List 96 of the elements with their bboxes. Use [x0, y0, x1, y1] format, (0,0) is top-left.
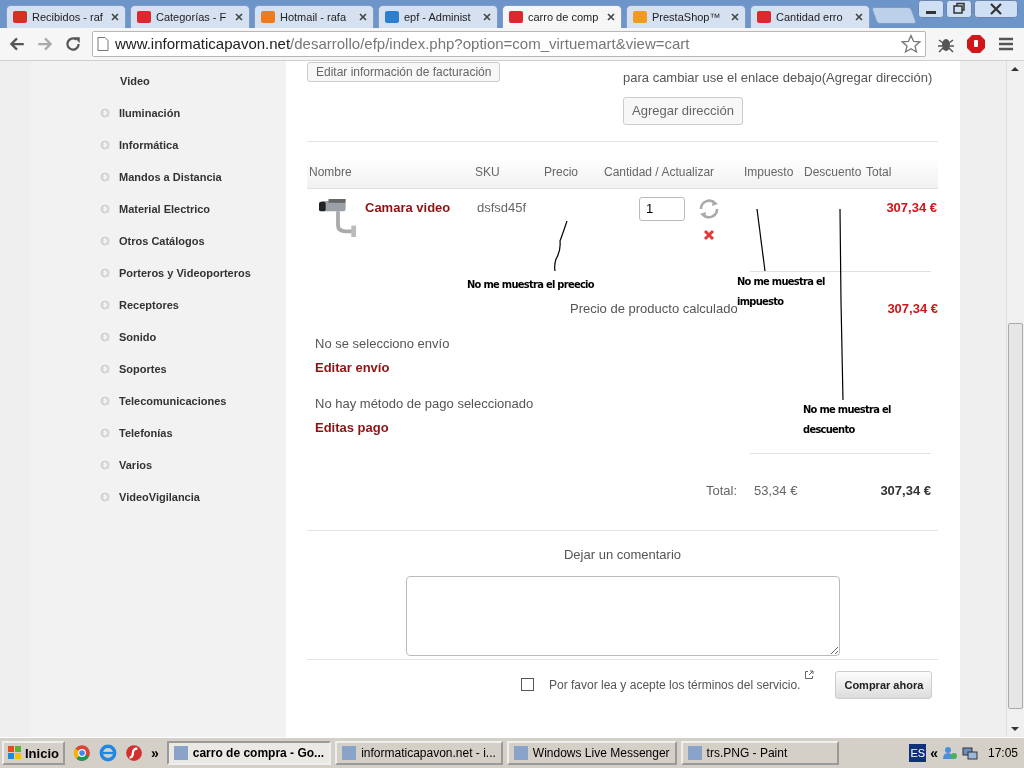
language-indicator[interactable]: ES	[909, 744, 927, 762]
close-icon[interactable]	[974, 0, 1018, 18]
taskbar-button[interactable]: carro de compra - Go...	[166, 741, 332, 765]
bullet-icon	[100, 267, 110, 278]
product-link[interactable]: Camara video	[365, 199, 451, 215]
category-link[interactable]: Porteros y Videoporteros	[119, 266, 251, 279]
subtotal-amount: 307,34 €	[887, 300, 938, 316]
restore-icon[interactable]	[946, 0, 972, 18]
taskbar-button[interactable]: informaticapavon.net - i...	[335, 741, 503, 765]
show-hidden-icons-button[interactable]: «	[930, 745, 938, 761]
close-icon[interactable]	[607, 12, 615, 21]
start-button[interactable]: Inicio	[2, 741, 65, 765]
category-link[interactable]: Varios	[119, 458, 153, 471]
more-button[interactable]: »	[150, 745, 159, 761]
column-header: Nombre	[308, 165, 353, 180]
page-icon	[97, 36, 109, 51]
browser-tab[interactable]: PrestaShop™	[626, 4, 746, 28]
category-link[interactable]: Mandos a Distancia	[119, 170, 222, 183]
category-link[interactable]: Telecomunicaciones	[119, 394, 227, 407]
bullet-icon	[100, 331, 110, 342]
column-header: Descuento	[803, 165, 863, 180]
category-link[interactable]: Video	[120, 74, 150, 87]
stop-icon[interactable]	[966, 33, 986, 54]
category-link[interactable]: Informática	[119, 138, 179, 151]
external-link-icon[interactable]	[804, 669, 815, 680]
delete-icon[interactable]	[703, 228, 715, 241]
column-header: Cantidad / Actualizar	[603, 165, 716, 180]
reload-icon[interactable]	[64, 34, 82, 53]
column-header: SKU	[474, 165, 501, 180]
leader-line	[554, 220, 568, 272]
camera-icon	[319, 196, 357, 239]
close-icon[interactable]	[855, 12, 863, 21]
address-bar[interactable]: www.informaticapavon.net/desarrollo/efp/index.php?option=com_virtuemart&view=cart	[92, 30, 926, 57]
category-link[interactable]: Iluminación	[119, 106, 181, 119]
browser-tab[interactable]: epf - Administ	[378, 4, 498, 28]
comment-field[interactable]	[405, 575, 840, 656]
total-amount: 307,34 €	[879, 482, 932, 500]
column-header: Precio	[543, 165, 579, 180]
column-header: Impuesto	[743, 165, 795, 180]
browser-icon[interactable]	[72, 744, 91, 762]
network-icon[interactable]	[961, 745, 978, 761]
flash-icon[interactable]	[124, 744, 143, 762]
bullet-icon	[100, 459, 110, 470]
star-icon[interactable]	[901, 33, 921, 54]
edit-payment-link[interactable]: Editas pago	[315, 419, 389, 456]
scrollbar-thumb[interactable]	[1008, 322, 1023, 710]
total-label: Total:	[706, 482, 739, 500]
close-icon[interactable]	[359, 12, 367, 21]
add-address-button[interactable]: Agregar dirección	[623, 96, 743, 125]
subtotal-label: Precio de producto calculado	[570, 300, 738, 316]
bullet-icon	[100, 107, 110, 118]
shipping-note: No se selecciono envío	[315, 335, 450, 353]
edit-shipping-link[interactable]: Editar envío	[315, 359, 390, 396]
clock: 17:05	[987, 746, 1018, 760]
category-link[interactable]: Otros Catálogos	[119, 234, 205, 247]
leader-line	[756, 208, 766, 272]
close-icon[interactable]	[731, 12, 739, 21]
payment-note: No hay método de pago seleccionado	[315, 395, 534, 413]
bullet-icon	[100, 203, 110, 214]
terms-link[interactable]: Por favor lea y acepte los términos del servicio.	[549, 677, 801, 692]
category-link[interactable]: Receptores	[119, 298, 179, 311]
browser-tab[interactable]: Categorías - F	[130, 4, 250, 28]
close-icon[interactable]	[483, 12, 491, 21]
bullet-icon	[100, 491, 110, 502]
taskbar-button[interactable]: trs.PNG - Paint	[680, 741, 839, 765]
quantity-field[interactable]: 1	[639, 196, 685, 221]
bullet-icon	[100, 139, 110, 150]
close-icon[interactable]	[235, 12, 243, 21]
column-header: Total	[865, 165, 893, 180]
bullet-icon	[100, 171, 110, 182]
category-link[interactable]: Sonido	[119, 330, 157, 343]
bullet-icon	[100, 299, 110, 310]
category-link[interactable]: Telefonías	[119, 426, 173, 439]
sku-text: dsfsd45f	[476, 199, 528, 217]
bullet-icon	[100, 235, 110, 246]
browser-tab[interactable]: Recibidos - raf	[6, 4, 126, 28]
browser-tab[interactable]: carro de comp	[502, 4, 622, 28]
buy-now-button[interactable]: Comprar ahora	[835, 670, 933, 699]
bullet-icon	[100, 427, 110, 438]
category-link[interactable]: VideoVigilancia	[119, 490, 200, 503]
close-icon[interactable]	[111, 12, 119, 21]
taskbar-button[interactable]: Windows Live Messenger	[506, 741, 677, 765]
bullet-icon	[100, 395, 110, 406]
edit-billing-button[interactable]: Editar información de facturación	[307, 61, 501, 82]
terms-checkbox[interactable]	[521, 678, 534, 692]
total-tax: 53,34 €	[754, 482, 799, 500]
address-note: para cambiar use el enlace debajo(Agregar dirección)	[623, 69, 933, 85]
browser-tab[interactable]: Cantidad erro	[750, 4, 870, 28]
minimize-icon[interactable]	[918, 0, 944, 18]
category-link[interactable]: Material Electrico	[119, 202, 211, 215]
bullet-icon	[100, 363, 110, 374]
windows-logo-icon	[8, 746, 22, 760]
row-total: 307,34 €	[885, 199, 937, 217]
browser-tab[interactable]: Hotmail - rafa	[254, 4, 374, 28]
category-link[interactable]: Soportes	[119, 362, 167, 375]
comment-label: Dejar un comentario	[563, 546, 682, 562]
